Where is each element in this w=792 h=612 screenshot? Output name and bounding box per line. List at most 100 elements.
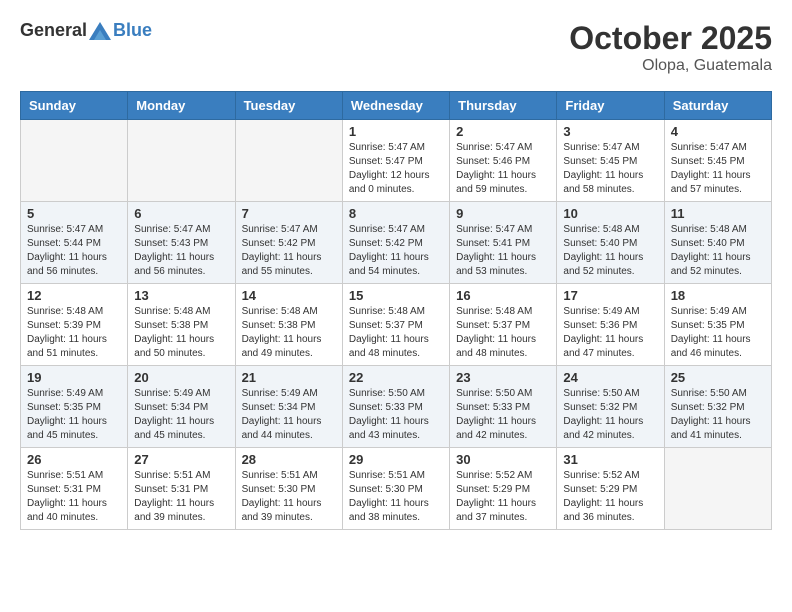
calendar-table: SundayMondayTuesdayWednesdayThursdayFrid… [20, 91, 772, 530]
day-cell-1: 1 Sunrise: 5:47 AMSunset: 5:47 PMDaylight… [342, 120, 449, 202]
day-number: 9 [456, 206, 550, 221]
day-cell-11: 11 Sunrise: 5:48 AMSunset: 5:40 PMDayligh… [664, 202, 771, 284]
day-number: 14 [242, 288, 336, 303]
day-cell-10: 10 Sunrise: 5:48 AMSunset: 5:40 PMDayligh… [557, 202, 664, 284]
weekday-header-monday: Monday [128, 92, 235, 120]
day-number: 23 [456, 370, 550, 385]
day-info: Sunrise: 5:48 AMSunset: 5:39 PMDaylight:… [27, 305, 121, 361]
day-info: Sunrise: 5:47 AMSunset: 5:42 PMDaylight:… [349, 223, 443, 279]
day-number: 31 [563, 452, 657, 467]
day-info: Sunrise: 5:50 AMSunset: 5:33 PMDaylight:… [456, 387, 550, 443]
day-number: 16 [456, 288, 550, 303]
day-info: Sunrise: 5:52 AMSunset: 5:29 PMDaylight:… [563, 469, 657, 525]
day-info: Sunrise: 5:48 AMSunset: 5:40 PMDaylight:… [563, 223, 657, 279]
day-info: Sunrise: 5:47 AMSunset: 5:44 PMDaylight:… [27, 223, 121, 279]
empty-cell [664, 448, 771, 530]
day-number: 3 [563, 124, 657, 139]
day-info: Sunrise: 5:50 AMSunset: 5:32 PMDaylight:… [563, 387, 657, 443]
day-info: Sunrise: 5:47 AMSunset: 5:47 PMDaylight:… [349, 141, 443, 197]
empty-cell [128, 120, 235, 202]
day-cell-23: 23 Sunrise: 5:50 AMSunset: 5:33 PMDayligh… [450, 366, 557, 448]
day-cell-25: 25Sunrise: 5:50 AMSunset: 5:32 PMDayligh… [664, 366, 771, 448]
week-row-5: 26 Sunrise: 5:51 AMSunset: 5:31 PMDayligh… [21, 448, 772, 530]
week-row-4: 19Sunrise: 5:49 AMSunset: 5:35 PMDayligh… [21, 366, 772, 448]
week-row-3: 12 Sunrise: 5:48 AMSunset: 5:39 PMDayligh… [21, 284, 772, 366]
day-info: Sunrise: 5:47 AMSunset: 5:43 PMDaylight:… [134, 223, 228, 279]
day-cell-31: 31 Sunrise: 5:52 AMSunset: 5:29 PMDayligh… [557, 448, 664, 530]
day-cell-7: 7 Sunrise: 5:47 AMSunset: 5:42 PMDaylight… [235, 202, 342, 284]
week-row-2: 5Sunrise: 5:47 AMSunset: 5:44 PMDaylight… [21, 202, 772, 284]
day-number: 30 [456, 452, 550, 467]
logo-icon [89, 22, 111, 40]
day-cell-14: 14 Sunrise: 5:48 AMSunset: 5:38 PMDayligh… [235, 284, 342, 366]
day-number: 28 [242, 452, 336, 467]
day-info: Sunrise: 5:47 AMSunset: 5:45 PMDaylight:… [671, 141, 765, 197]
day-info: Sunrise: 5:47 AMSunset: 5:45 PMDaylight:… [563, 141, 657, 197]
page-header: General Blue October 2025 Olopa, Guatema… [20, 20, 772, 75]
day-number: 1 [349, 124, 443, 139]
day-info: Sunrise: 5:51 AMSunset: 5:30 PMDaylight:… [349, 469, 443, 525]
day-number: 26 [27, 452, 121, 467]
day-info: Sunrise: 5:51 AMSunset: 5:31 PMDaylight:… [134, 469, 228, 525]
month-title: October 2025 [569, 20, 772, 57]
day-info: Sunrise: 5:48 AMSunset: 5:37 PMDaylight:… [349, 305, 443, 361]
logo-text: General [20, 21, 111, 41]
day-cell-3: 3 Sunrise: 5:47 AMSunset: 5:45 PMDaylight… [557, 120, 664, 202]
weekday-header-tuesday: Tuesday [235, 92, 342, 120]
day-info: Sunrise: 5:51 AMSunset: 5:31 PMDaylight:… [27, 469, 121, 525]
day-number: 24 [563, 370, 657, 385]
empty-cell [235, 120, 342, 202]
logo-blue: Blue [113, 20, 152, 41]
day-info: Sunrise: 5:48 AMSunset: 5:37 PMDaylight:… [456, 305, 550, 361]
day-cell-24: 24 Sunrise: 5:50 AMSunset: 5:32 PMDayligh… [557, 366, 664, 448]
weekday-header-wednesday: Wednesday [342, 92, 449, 120]
day-cell-17: 17 Sunrise: 5:49 AMSunset: 5:36 PMDayligh… [557, 284, 664, 366]
day-info: Sunrise: 5:49 AMSunset: 5:34 PMDaylight:… [242, 387, 336, 443]
day-number: 15 [349, 288, 443, 303]
day-cell-2: 2 Sunrise: 5:47 AMSunset: 5:46 PMDaylight… [450, 120, 557, 202]
day-number: 12 [27, 288, 121, 303]
day-cell-6: 6 Sunrise: 5:47 AMSunset: 5:43 PMDaylight… [128, 202, 235, 284]
empty-cell [21, 120, 128, 202]
day-number: 4 [671, 124, 765, 139]
day-info: Sunrise: 5:48 AMSunset: 5:38 PMDaylight:… [134, 305, 228, 361]
day-number: 18 [671, 288, 765, 303]
day-cell-4: 4 Sunrise: 5:47 AMSunset: 5:45 PMDaylight… [664, 120, 771, 202]
day-info: Sunrise: 5:49 AMSunset: 5:35 PMDaylight:… [671, 305, 765, 361]
day-number: 8 [349, 206, 443, 221]
day-cell-8: 8 Sunrise: 5:47 AMSunset: 5:42 PMDaylight… [342, 202, 449, 284]
calendar-header-row: SundayMondayTuesdayWednesdayThursdayFrid… [21, 92, 772, 120]
day-cell-19: 19Sunrise: 5:49 AMSunset: 5:35 PMDayligh… [21, 366, 128, 448]
day-cell-22: 22Sunrise: 5:50 AMSunset: 5:33 PMDayligh… [342, 366, 449, 448]
day-cell-16: 16 Sunrise: 5:48 AMSunset: 5:37 PMDayligh… [450, 284, 557, 366]
day-info: Sunrise: 5:51 AMSunset: 5:30 PMDaylight:… [242, 469, 336, 525]
day-info: Sunrise: 5:47 AMSunset: 5:42 PMDaylight:… [242, 223, 336, 279]
weekday-header-saturday: Saturday [664, 92, 771, 120]
day-number: 2 [456, 124, 550, 139]
day-info: Sunrise: 5:49 AMSunset: 5:36 PMDaylight:… [563, 305, 657, 361]
day-number: 10 [563, 206, 657, 221]
day-cell-30: 30 Sunrise: 5:52 AMSunset: 5:29 PMDayligh… [450, 448, 557, 530]
day-info: Sunrise: 5:48 AMSunset: 5:38 PMDaylight:… [242, 305, 336, 361]
day-info: Sunrise: 5:48 AMSunset: 5:40 PMDaylight:… [671, 223, 765, 279]
day-info: Sunrise: 5:50 AMSunset: 5:32 PMDaylight:… [671, 387, 765, 443]
day-number: 20 [134, 370, 228, 385]
day-cell-15: 15 Sunrise: 5:48 AMSunset: 5:37 PMDayligh… [342, 284, 449, 366]
day-info: Sunrise: 5:52 AMSunset: 5:29 PMDaylight:… [456, 469, 550, 525]
day-number: 7 [242, 206, 336, 221]
day-number: 13 [134, 288, 228, 303]
day-number: 6 [134, 206, 228, 221]
day-info: Sunrise: 5:47 AMSunset: 5:46 PMDaylight:… [456, 141, 550, 197]
day-cell-18: 18 Sunrise: 5:49 AMSunset: 5:35 PMDayligh… [664, 284, 771, 366]
day-info: Sunrise: 5:47 AMSunset: 5:41 PMDaylight:… [456, 223, 550, 279]
logo: General Blue [20, 20, 152, 41]
day-cell-5: 5Sunrise: 5:47 AMSunset: 5:44 PMDaylight… [21, 202, 128, 284]
day-cell-12: 12 Sunrise: 5:48 AMSunset: 5:39 PMDayligh… [21, 284, 128, 366]
day-number: 11 [671, 206, 765, 221]
day-cell-20: 20Sunrise: 5:49 AMSunset: 5:34 PMDayligh… [128, 366, 235, 448]
weekday-header-sunday: Sunday [21, 92, 128, 120]
day-cell-21: 21Sunrise: 5:49 AMSunset: 5:34 PMDayligh… [235, 366, 342, 448]
day-number: 17 [563, 288, 657, 303]
day-cell-13: 13 Sunrise: 5:48 AMSunset: 5:38 PMDayligh… [128, 284, 235, 366]
day-number: 27 [134, 452, 228, 467]
